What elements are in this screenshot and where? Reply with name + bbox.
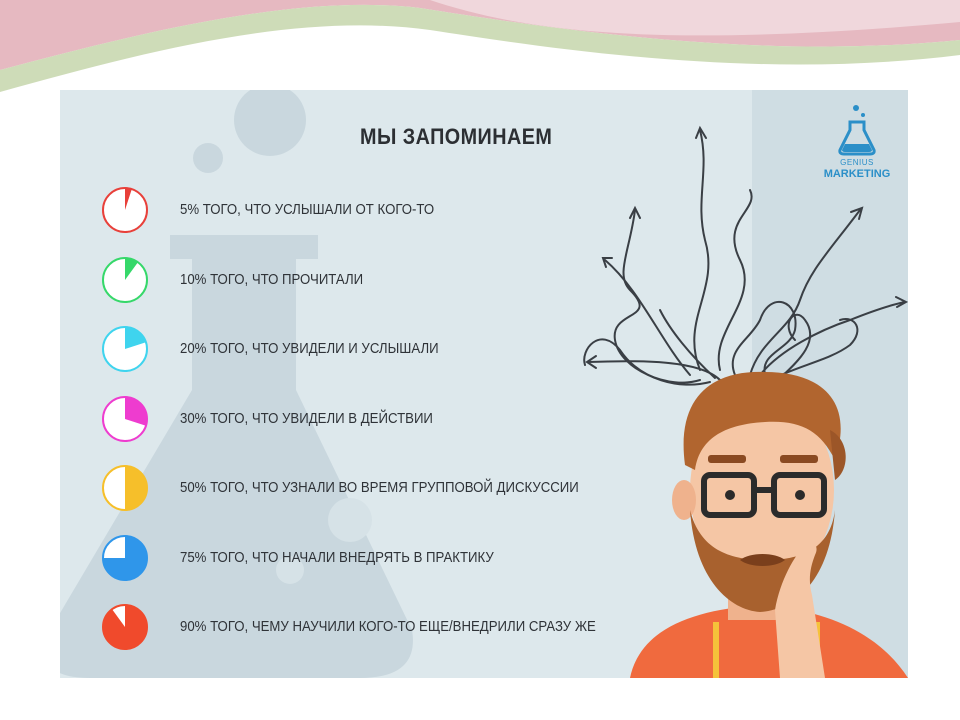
infographic-panel: МЫ ЗАПОМИНАЕМ 5% ТОГО, ЧТО УСЛЫШАЛИ ОТ К… [60,90,908,678]
thinking-man-illustration [583,125,908,678]
thought-arrows [583,125,908,386]
